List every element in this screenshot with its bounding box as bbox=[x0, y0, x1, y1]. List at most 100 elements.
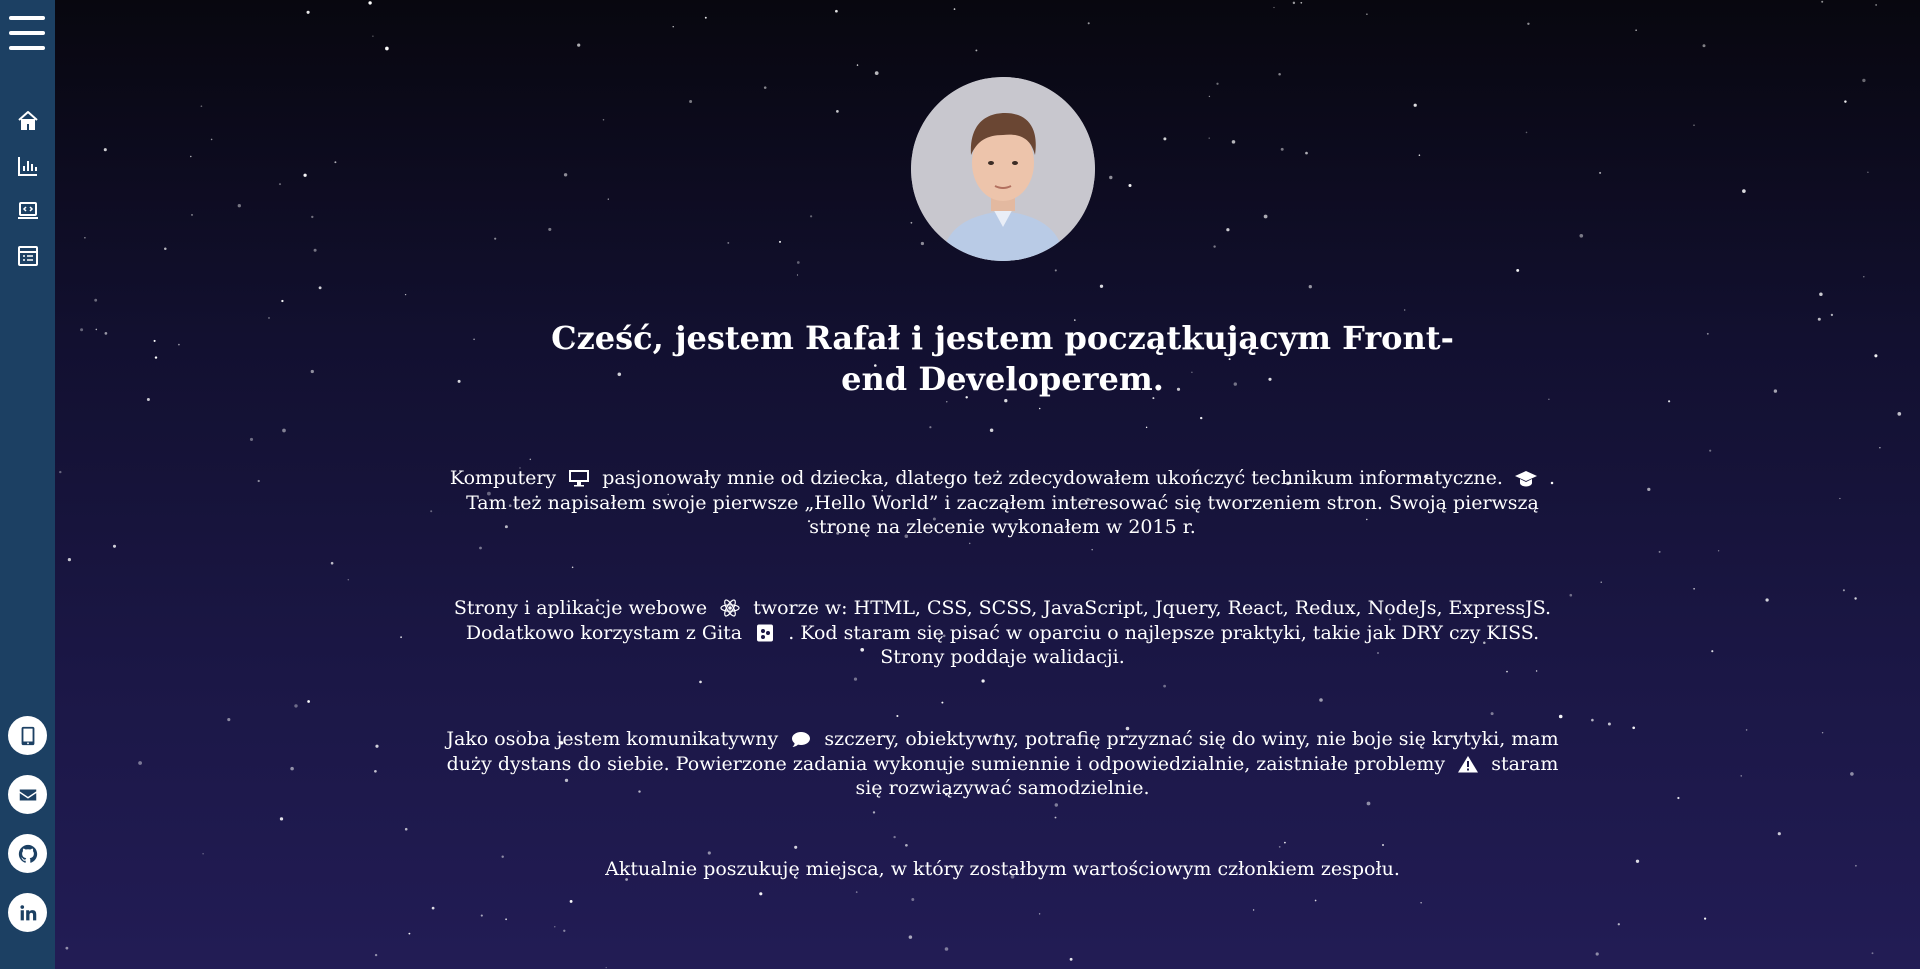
star bbox=[1413, 103, 1417, 107]
hamburger-menu-button[interactable] bbox=[9, 16, 45, 50]
star bbox=[1525, 131, 1528, 134]
star bbox=[408, 932, 411, 935]
star bbox=[80, 328, 84, 332]
star bbox=[103, 148, 107, 152]
phone-link[interactable] bbox=[8, 716, 47, 755]
star bbox=[404, 293, 407, 296]
star bbox=[1693, 588, 1695, 590]
star bbox=[836, 110, 839, 113]
star bbox=[946, 401, 948, 403]
mail-link[interactable] bbox=[8, 775, 47, 814]
star bbox=[563, 929, 566, 932]
warning-icon bbox=[1457, 755, 1479, 773]
star bbox=[138, 761, 142, 765]
star bbox=[1871, 952, 1874, 955]
star bbox=[65, 946, 69, 950]
star bbox=[480, 914, 483, 917]
star bbox=[153, 339, 156, 342]
star bbox=[910, 221, 913, 224]
star bbox=[554, 926, 556, 928]
star bbox=[249, 437, 254, 441]
star bbox=[1817, 317, 1821, 321]
star bbox=[571, 566, 574, 569]
star bbox=[1599, 171, 1602, 174]
star bbox=[210, 138, 213, 141]
star bbox=[1830, 313, 1834, 317]
star bbox=[94, 298, 98, 302]
star bbox=[104, 332, 108, 335]
star bbox=[1145, 426, 1148, 429]
star bbox=[796, 274, 799, 276]
star bbox=[1087, 22, 1090, 25]
star bbox=[430, 510, 433, 513]
about-paragraph-2: Strony i aplikacje webowe tworze w: HTML… bbox=[445, 596, 1560, 670]
github-link[interactable] bbox=[8, 834, 47, 873]
paragraph-text: Strony i aplikacje webowe bbox=[453, 597, 708, 619]
star bbox=[1109, 175, 1113, 180]
star bbox=[146, 398, 150, 401]
star bbox=[1591, 718, 1594, 722]
star bbox=[989, 428, 994, 432]
star bbox=[400, 636, 402, 639]
nav-experience-button[interactable] bbox=[14, 242, 41, 269]
star bbox=[1548, 398, 1550, 401]
star bbox=[1527, 22, 1530, 26]
star bbox=[67, 558, 71, 562]
paragraph-text: pasjonowały mnie od dziecka, dlatego też… bbox=[602, 467, 1503, 489]
star bbox=[794, 845, 798, 849]
nav-portfolio-button[interactable] bbox=[14, 197, 41, 224]
star bbox=[529, 458, 532, 461]
github-icon bbox=[18, 844, 37, 863]
star bbox=[809, 215, 813, 218]
star bbox=[1069, 957, 1073, 961]
star bbox=[347, 578, 350, 581]
star bbox=[374, 953, 378, 957]
star bbox=[1677, 796, 1680, 800]
star bbox=[1278, 72, 1281, 76]
star bbox=[1765, 598, 1769, 602]
star bbox=[1717, 550, 1720, 552]
star bbox=[1319, 698, 1323, 702]
star bbox=[975, 49, 978, 52]
star bbox=[311, 215, 314, 219]
star bbox=[607, 198, 609, 200]
star bbox=[431, 906, 435, 910]
star bbox=[1418, 154, 1421, 156]
about-paragraph-1: Komputery pasjonowały mnie od dziecka, d… bbox=[445, 466, 1560, 540]
menu-bar bbox=[9, 46, 45, 50]
star bbox=[905, 843, 908, 847]
star bbox=[1208, 137, 1210, 139]
star bbox=[227, 718, 231, 722]
star bbox=[672, 26, 674, 28]
graduation-cap-icon bbox=[1514, 469, 1537, 487]
star bbox=[1054, 803, 1059, 807]
linkedin-icon bbox=[19, 904, 36, 920]
star bbox=[1607, 722, 1611, 726]
star bbox=[1875, 4, 1877, 6]
nav-home-button[interactable] bbox=[14, 107, 41, 134]
nav-skills-button[interactable] bbox=[14, 152, 41, 179]
star bbox=[874, 71, 879, 75]
star bbox=[334, 161, 337, 164]
star bbox=[1842, 589, 1845, 592]
paragraph-text: Jako osoba jestem komunikatywny bbox=[446, 728, 779, 750]
star bbox=[1819, 292, 1823, 296]
star bbox=[457, 379, 461, 383]
star bbox=[1711, 650, 1714, 653]
star bbox=[1216, 82, 1219, 85]
star bbox=[1850, 772, 1854, 776]
star bbox=[1284, 841, 1286, 844]
star bbox=[1091, 548, 1093, 551]
star bbox=[279, 817, 284, 821]
star bbox=[1839, 497, 1841, 500]
star bbox=[1635, 859, 1640, 863]
star bbox=[1404, 309, 1406, 311]
linkedin-link[interactable] bbox=[8, 893, 47, 932]
star bbox=[112, 544, 117, 548]
star bbox=[281, 299, 284, 303]
star bbox=[154, 356, 158, 359]
star bbox=[330, 561, 334, 565]
menu-bar bbox=[9, 16, 45, 20]
star bbox=[981, 679, 985, 683]
paragraph-text: Komputery bbox=[449, 467, 557, 489]
